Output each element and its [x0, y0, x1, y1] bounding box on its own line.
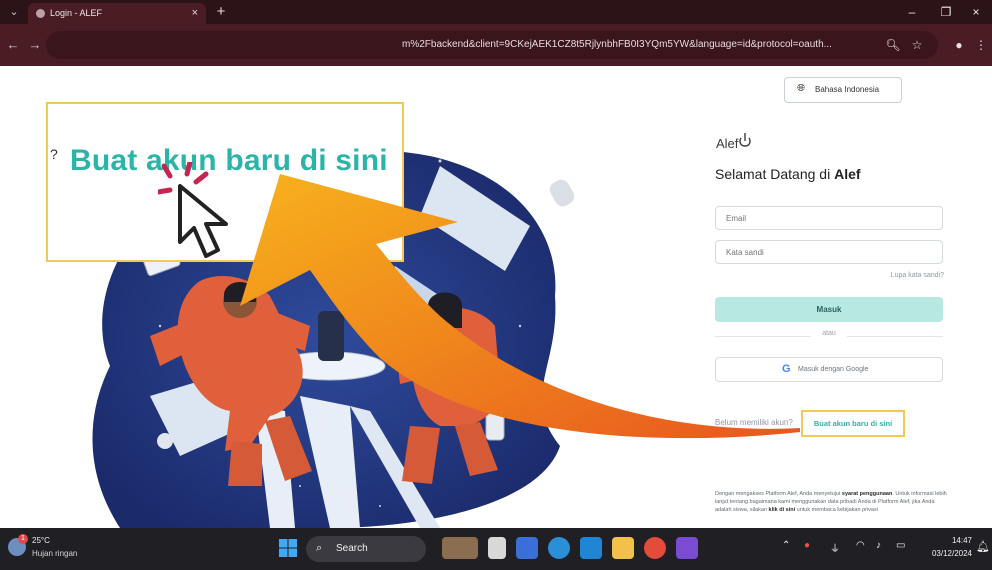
- welcome-heading: Selamat Datang di Alef: [715, 166, 861, 182]
- file-explorer-icon[interactable]: [612, 537, 634, 559]
- weather-widget[interactable]: 1 25°C Hujan ringan: [6, 534, 106, 564]
- battery-icon[interactable]: ▭: [896, 540, 905, 551]
- google-icon: G: [782, 363, 791, 375]
- weather-temp: 25°C: [32, 536, 50, 545]
- url-text: m%2Fbackend&client=9CKejAEK1CZ8t5Rjlynbh…: [402, 39, 832, 50]
- callout-bullet: ?: [50, 146, 58, 162]
- menu-icon[interactable]: ⋮: [972, 36, 990, 54]
- clock-time: 14:47: [951, 536, 972, 545]
- language-selector[interactable]: 🌐︎ Bahasa Indonesia: [784, 77, 902, 103]
- welcome-brand: Alef: [834, 166, 861, 182]
- globe-icon: 🌐︎: [797, 83, 805, 94]
- alef-logo-mark-icon: [739, 133, 751, 147]
- weather-badge: 1: [18, 534, 28, 544]
- search-label: Search: [336, 543, 368, 554]
- copilot-icon[interactable]: [516, 537, 538, 559]
- terms-part-1: Dengan mengakses Platform Alef, Anda men…: [715, 491, 842, 497]
- clock[interactable]: 14:47 03/12/2024: [912, 534, 972, 560]
- terms-part-3: untuk membaca kebijakan privasi: [795, 507, 878, 513]
- tab-search-icon[interactable]: ⌄: [6, 4, 22, 20]
- password-field[interactable]: [715, 240, 943, 264]
- no-account-text: Belum memiliki akun?: [715, 418, 793, 427]
- alef-logo: Alef: [716, 136, 739, 151]
- google-login-label: Masuk dengan Google: [798, 366, 869, 373]
- welcome-prefix: Selamat Datang di: [715, 166, 835, 182]
- clock-date: 03/12/2024: [931, 549, 972, 558]
- tab-close-icon[interactable]: ×: [192, 3, 198, 24]
- volume-icon[interactable]: ♪: [876, 540, 881, 551]
- url-field[interactable]: m%2Fbackend&client=9CKejAEK1CZ8t5Rjlynbh…: [46, 31, 938, 59]
- task-view-icon[interactable]: [442, 537, 478, 559]
- star-icon[interactable]: ☆: [908, 36, 926, 54]
- terms-text: Dengan mengakses Platform Alef, Anda men…: [715, 490, 947, 514]
- back-arrow-icon[interactable]: ←: [4, 36, 22, 54]
- zoom-callout: ? Buat akun baru di sini: [46, 102, 404, 262]
- zoom-icon[interactable]: 🔍︎: [884, 36, 902, 54]
- create-account-link[interactable]: Buat akun baru di sini: [801, 410, 905, 437]
- login-button[interactable]: Masuk: [715, 297, 943, 322]
- taskbar-search[interactable]: ⌕ Search: [306, 536, 426, 562]
- notification-bell-icon[interactable]: 🔔︎: [976, 540, 990, 553]
- chrome-icon[interactable]: [644, 537, 666, 559]
- wifi-icon[interactable]: ◠: [856, 540, 865, 551]
- usb-icon[interactable]: ⏚: [830, 540, 840, 555]
- taskbar: 1 25°C Hujan ringan ⌕ Search ⌃ ● ⏚ ◠ ♪ ▭…: [0, 528, 992, 570]
- language-label: Bahasa Indonesia: [815, 85, 880, 94]
- store-icon[interactable]: [580, 537, 602, 559]
- minimize-button[interactable]: –: [898, 2, 926, 22]
- restore-button[interactable]: ❐: [932, 2, 960, 22]
- windows-start-icon[interactable]: [278, 538, 298, 558]
- terms-link[interactable]: syarat penggunaan: [842, 491, 892, 497]
- weather-description: Hujan ringan: [32, 549, 78, 558]
- edge-icon[interactable]: [548, 537, 570, 559]
- google-login-button[interactable]: G Masuk dengan Google: [715, 357, 943, 382]
- close-window-button[interactable]: ×: [962, 2, 990, 22]
- search-icon: ⌕: [316, 542, 323, 554]
- privacy-link[interactable]: klik di sini: [769, 507, 796, 513]
- tab-title: Login - ALEF: [50, 8, 103, 18]
- tray-app-icon[interactable]: ●: [804, 540, 810, 551]
- address-bar-row: ← → m%2Fbackend&client=9CKejAEK1CZ8t5Rjl…: [0, 24, 992, 66]
- new-tab-button[interactable]: +: [212, 3, 230, 21]
- divider-right: [847, 336, 943, 337]
- widgets-icon[interactable]: [488, 537, 506, 559]
- tray-chevron-icon[interactable]: ⌃: [782, 540, 790, 551]
- app-icon[interactable]: [676, 537, 698, 559]
- forward-arrow-icon[interactable]: →: [26, 36, 44, 54]
- click-cursor-icon: [158, 162, 228, 258]
- favicon-icon: [36, 9, 45, 18]
- page-content: ? Buat akun baru di sini 🌐︎ Bahasa Indon…: [0, 66, 992, 528]
- profile-icon[interactable]: ●: [950, 36, 968, 54]
- tab-bar: ⌄ Login - ALEF × + – ❐ ×: [0, 0, 992, 24]
- browser-tab[interactable]: Login - ALEF ×: [28, 3, 206, 24]
- forgot-password-link[interactable]: Lupa kata sandi?: [856, 272, 944, 279]
- email-field[interactable]: [715, 206, 943, 230]
